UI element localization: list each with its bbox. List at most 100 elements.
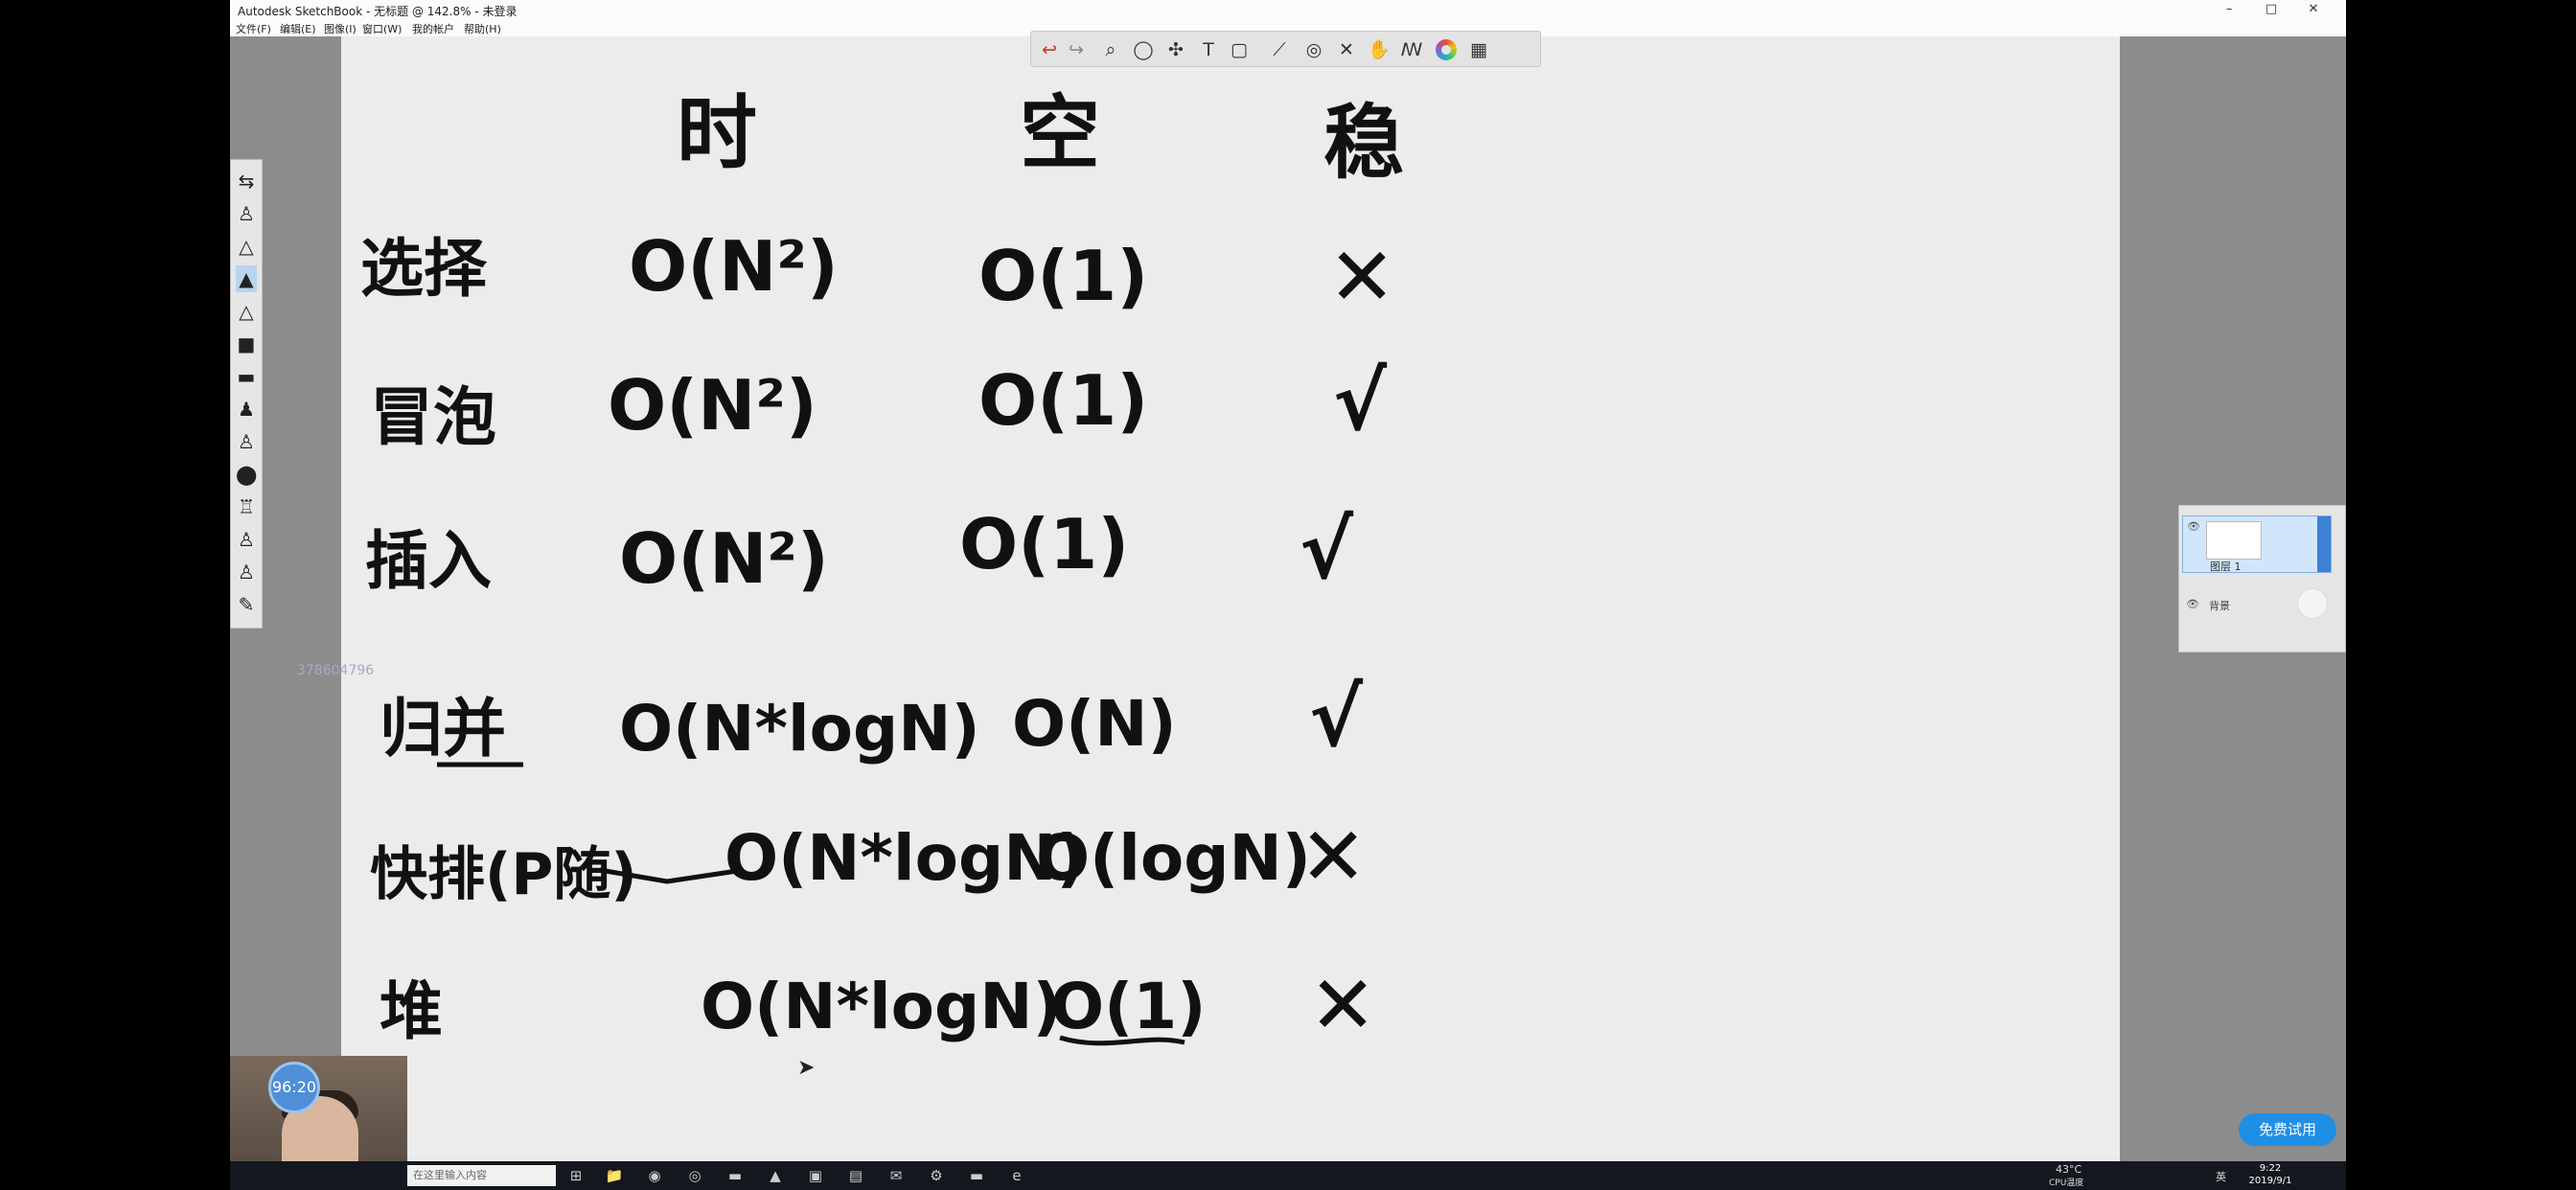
row-space: O(1) bbox=[1050, 970, 1206, 1043]
sketchbook-window: Autodesk SketchBook - 无标题 @ 142.8% - 未登录… bbox=[230, 0, 2346, 1190]
row-name: 选择 bbox=[360, 232, 488, 306]
redo-icon[interactable]: ↪ bbox=[1064, 38, 1089, 61]
pen-brush-icon[interactable]: △ bbox=[236, 233, 257, 260]
layer-name: 图层 1 bbox=[2210, 561, 2242, 573]
layer-name: 背景 bbox=[2209, 600, 2230, 612]
text-icon[interactable]: T bbox=[1196, 38, 1221, 61]
clock-time: 9:22 bbox=[2259, 1163, 2282, 1174]
row-stable: ✕ bbox=[1328, 230, 1395, 324]
ruler-icon[interactable]: ⟋ bbox=[1267, 38, 1292, 61]
row-time: O(N*logN) bbox=[619, 692, 980, 766]
menu-file[interactable]: 文件(F) bbox=[236, 21, 271, 36]
main-toolbar: ↩ ↪ ⌕ ◯ ✣ T ▢ ⟋ ◎ ✕ ✋ ꟿ ▦ bbox=[1030, 31, 1541, 67]
layer-icon[interactable]: ▢ bbox=[1227, 38, 1252, 61]
undo-icon[interactable]: ↩ bbox=[1037, 38, 1062, 61]
row-time: O(N*logN) bbox=[724, 821, 1086, 895]
airbrush-icon[interactable]: ⬤ bbox=[236, 461, 257, 488]
row-space: O(N) bbox=[1012, 687, 1177, 761]
eraser-brush-icon[interactable]: ■ bbox=[236, 331, 257, 357]
lasso-icon[interactable]: ◯ bbox=[1131, 38, 1156, 61]
color-wheel-icon[interactable] bbox=[1436, 39, 1457, 60]
menu-window[interactable]: 窗口(W) bbox=[362, 21, 402, 36]
close-button[interactable]: ✕ bbox=[2292, 0, 2334, 19]
window-title: Autodesk SketchBook - 无标题 @ 142.8% - 未登录 bbox=[238, 5, 518, 18]
free-trial-button[interactable]: 免费试用 bbox=[2239, 1113, 2336, 1146]
layer-editor: 👁 图层 1 👁 背景 bbox=[2178, 505, 2346, 652]
input-language[interactable]: 英 bbox=[2216, 1169, 2226, 1184]
drawing-canvas[interactable]: 时 空 稳 选择 O(N²) O(1) ✕ 冒泡 O(N²) O(1) √ 插入… bbox=[341, 36, 2120, 1161]
menu-help[interactable]: 帮助(H) bbox=[464, 21, 501, 36]
eye-icon[interactable]: 👁 bbox=[2187, 520, 2200, 533]
file-explorer-icon[interactable]: 📁 bbox=[604, 1166, 625, 1185]
taskbar-search-input[interactable]: 在这里输入内容 bbox=[407, 1165, 556, 1186]
brush-library-icon[interactable]: ꟿ bbox=[1399, 38, 1424, 61]
row-space: O(1) bbox=[959, 504, 1129, 584]
fineliner-icon[interactable]: ♙ bbox=[236, 428, 257, 455]
hard-eraser-icon[interactable]: ▬ bbox=[236, 363, 257, 390]
copic-icon[interactable]: ▦ bbox=[1466, 38, 1491, 61]
row-name: 归并 bbox=[380, 692, 506, 766]
symmetry-icon[interactable]: ◎ bbox=[1301, 38, 1326, 61]
brush-settings-icon[interactable]: ✎ bbox=[236, 591, 257, 618]
row-time: O(N*logN) bbox=[701, 970, 1062, 1043]
cpu-temp-label: CPU温度 bbox=[2049, 1179, 2084, 1188]
mouse-cursor-icon: ➤ bbox=[797, 1056, 816, 1080]
row-time: O(N²) bbox=[608, 365, 817, 446]
row-space: O(logN) bbox=[1036, 821, 1311, 895]
layer-row-background[interactable]: 👁 背景 bbox=[2182, 583, 2332, 625]
hand-icon[interactable]: ✋ bbox=[1367, 38, 1392, 61]
ballpoint-brush-icon[interactable]: △ bbox=[236, 298, 257, 325]
row-space: O(1) bbox=[978, 236, 1148, 316]
title-bar: Autodesk SketchBook - 无标题 @ 142.8% - 未登录… bbox=[230, 0, 2346, 19]
row-stable: ✕ bbox=[1309, 958, 1376, 1052]
minimize-button[interactable]: – bbox=[2208, 0, 2250, 19]
firefox-icon[interactable]: ◎ bbox=[684, 1166, 705, 1185]
menu-image[interactable]: 图像(I) bbox=[324, 21, 356, 36]
paint-brush-icon[interactable]: ♖ bbox=[236, 493, 257, 520]
marker-brush-icon[interactable]: ▲ bbox=[236, 265, 257, 292]
sketchbook-taskbar-icon[interactable]: ▲ bbox=[765, 1166, 786, 1185]
task-view-icon[interactable]: ⊞ bbox=[565, 1166, 586, 1185]
row-name: 快排(P随) bbox=[370, 841, 637, 908]
pencil-brush-icon[interactable]: ♙ bbox=[236, 200, 257, 227]
row-time: O(N²) bbox=[629, 226, 839, 307]
settings-icon[interactable]: ⚙ bbox=[926, 1166, 947, 1185]
app-icon[interactable]: ▬ bbox=[724, 1166, 746, 1185]
row-stable: √ bbox=[1309, 671, 1364, 765]
whiteboard-content: 时 空 稳 选择 O(N²) O(1) ✕ 冒泡 O(N²) O(1) √ 插入… bbox=[360, 86, 1404, 1052]
menu-account[interactable]: 我的帐户 bbox=[412, 21, 454, 36]
document-icon[interactable]: ▤ bbox=[845, 1166, 866, 1185]
distort-icon[interactable]: ✕ bbox=[1334, 38, 1359, 61]
layer-row-1[interactable]: 👁 图层 1 bbox=[2182, 515, 2332, 573]
row-stable: √ bbox=[1333, 355, 1388, 448]
viewer-id-watermark: 378604796 bbox=[297, 663, 375, 678]
header-space: 空 bbox=[1020, 86, 1100, 180]
eye-icon[interactable]: 👁 bbox=[2186, 598, 2199, 610]
ink-pen-icon[interactable]: ♟ bbox=[236, 396, 257, 423]
menu-edit[interactable]: 编辑(E) bbox=[280, 21, 316, 36]
app-icon[interactable]: ▬ bbox=[966, 1166, 987, 1185]
timer-badge: 96:20 bbox=[268, 1062, 320, 1113]
row-name: 冒泡 bbox=[370, 380, 496, 454]
maximize-button[interactable]: □ bbox=[2250, 0, 2292, 19]
background-color-swatch[interactable] bbox=[2297, 588, 2328, 619]
layer-scrollbar[interactable] bbox=[2317, 516, 2331, 572]
chrome-icon[interactable]: ◉ bbox=[644, 1166, 665, 1185]
palette-swap-icon[interactable]: ⇆ bbox=[236, 168, 257, 195]
row-space: O(1) bbox=[978, 360, 1148, 441]
mail-icon[interactable]: ✉ bbox=[886, 1166, 907, 1185]
layer-thumbnail bbox=[2206, 521, 2262, 560]
system-clock[interactable]: 9:22 2019/9/1 bbox=[2246, 1162, 2294, 1187]
clock-date: 2019/9/1 bbox=[2248, 1176, 2292, 1186]
edge-icon[interactable]: e bbox=[1006, 1166, 1027, 1185]
felt-pen-icon[interactable]: ♙ bbox=[236, 559, 257, 585]
zoom-icon[interactable]: ⌕ bbox=[1098, 38, 1123, 61]
move-icon[interactable]: ✣ bbox=[1163, 38, 1188, 61]
chisel-brush-icon[interactable]: ♙ bbox=[236, 526, 257, 553]
header-stable: 稳 bbox=[1323, 96, 1404, 190]
row-name: 插入 bbox=[365, 524, 492, 598]
app-icon[interactable]: ▣ bbox=[805, 1166, 826, 1185]
row-time: O(N²) bbox=[619, 518, 829, 599]
windows-taskbar: 在这里输入内容 ⊞ 📁 ◉ ◎ ▬ ▲ ▣ ▤ ✉ ⚙ ▬ e 43°C CPU… bbox=[230, 1161, 2346, 1190]
row-stable: √ bbox=[1300, 503, 1354, 597]
